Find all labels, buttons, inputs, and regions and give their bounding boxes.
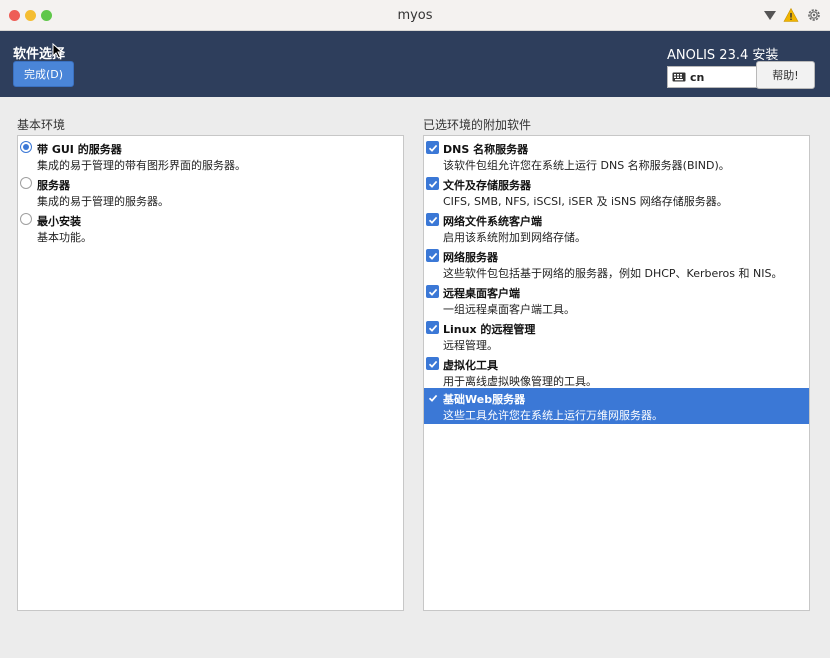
addon-item-remote-management[interactable]: Linux 的远程管理 远程管理。 xyxy=(424,318,809,354)
env-item-server[interactable]: 服务器 集成的易于管理的服务器。 xyxy=(18,174,403,210)
keyboard-layout-label: cn xyxy=(690,70,705,84)
env-item-server-with-gui[interactable]: 带 GUI 的服务器 集成的易于管理的带有图形界面的服务器。 xyxy=(18,138,403,174)
addon-item-nfs-client[interactable]: 网络文件系统客户端 启用该系统附加到网络存储。 xyxy=(424,210,809,246)
checkbox-checked[interactable] xyxy=(426,213,439,226)
checkmark-icon xyxy=(428,394,437,402)
addon-item-file-storage-server[interactable]: 文件及存储服务器 CIFS, SMB, NFS, iSCSI, iSER 及 i… xyxy=(424,174,809,210)
checkbox-checked[interactable] xyxy=(426,249,439,262)
addon-item-desc: 用于离线虚拟映像管理的工具。 xyxy=(443,375,597,388)
help-button[interactable]: 帮助! xyxy=(756,61,815,89)
addon-item-title: Linux 的远程管理 xyxy=(443,323,536,336)
addon-item-desc: 启用该系统附加到网络存储。 xyxy=(443,231,586,244)
mouse-cursor-icon xyxy=(52,43,64,59)
checkmark-icon xyxy=(428,180,437,188)
addon-item-desc: 远程管理。 xyxy=(443,339,498,352)
checkmark-icon xyxy=(428,324,437,332)
addon-item-dns-server[interactable]: DNS 名称服务器 该软件包组允许您在系统上运行 DNS 名称服务器(BIND)… xyxy=(424,138,809,174)
addon-item-basic-web-server[interactable]: 基础Web服务器 这些工具允许您在系统上运行万维网服务器。 xyxy=(424,388,809,424)
addon-item-title: 网络服务器 xyxy=(443,251,498,264)
addon-item-title: 远程桌面客户端 xyxy=(443,287,520,300)
addon-list: DNS 名称服务器 该软件包组允许您在系统上运行 DNS 名称服务器(BIND)… xyxy=(423,135,810,611)
addon-item-title: 虚拟化工具 xyxy=(443,359,498,372)
keyboard-icon xyxy=(672,72,686,82)
checkmark-icon xyxy=(428,360,437,368)
done-button[interactable]: 完成(D) xyxy=(13,61,74,87)
env-item-desc: 基本功能。 xyxy=(37,231,92,244)
checkbox-checked[interactable] xyxy=(426,177,439,190)
spoke-header: 软件选择 完成(D) ANOLIS 23.4 安装 cn 帮助! xyxy=(0,31,830,97)
checkmark-icon xyxy=(428,144,437,152)
addon-item-desc: 这些工具允许您在系统上运行万维网服务器。 xyxy=(443,409,663,422)
env-item-title: 最小安装 xyxy=(37,215,81,228)
checkmark-icon xyxy=(428,216,437,224)
radio-button-selected[interactable] xyxy=(20,141,32,153)
addons-label: 已选环境的附加软件 xyxy=(423,118,532,132)
env-item-title: 服务器 xyxy=(37,179,70,192)
checkmark-icon xyxy=(428,288,437,296)
addon-item-title: 基础Web服务器 xyxy=(443,393,526,406)
window-titlebar: myos xyxy=(0,0,830,31)
env-item-title: 带 GUI 的服务器 xyxy=(37,143,122,156)
warning-icon[interactable] xyxy=(783,7,799,23)
gear-icon[interactable] xyxy=(806,7,822,23)
checkbox-checked[interactable] xyxy=(426,321,439,334)
keyboard-layout-indicator[interactable]: cn xyxy=(667,66,757,88)
env-item-minimal[interactable]: 最小安装 基本功能。 xyxy=(18,210,403,246)
radio-button[interactable] xyxy=(20,177,32,189)
checkmark-icon xyxy=(428,252,437,260)
dropdown-arrow-icon[interactable] xyxy=(762,7,778,23)
addon-item-desc: CIFS, SMB, NFS, iSCSI, iSER 及 iSNS 网络存储服… xyxy=(443,195,728,208)
addon-item-title: DNS 名称服务器 xyxy=(443,143,529,156)
base-environment-list: 带 GUI 的服务器 集成的易于管理的带有图形界面的服务器。 服务器 集成的易于… xyxy=(17,135,404,611)
addon-item-title: 网络文件系统客户端 xyxy=(443,215,542,228)
env-item-desc: 集成的易于管理的带有图形界面的服务器。 xyxy=(37,159,246,172)
addon-item-desc: 该软件包组允许您在系统上运行 DNS 名称服务器(BIND)。 xyxy=(443,159,730,172)
addon-item-desc: 一组远程桌面客户端工具。 xyxy=(443,303,575,316)
addon-item-network-servers[interactable]: 网络服务器 这些软件包包括基于网络的服务器，例如 DHCP、Kerberos 和… xyxy=(424,246,809,282)
radio-button[interactable] xyxy=(20,213,32,225)
addon-item-title: 文件及存储服务器 xyxy=(443,179,531,192)
checkbox-checked[interactable] xyxy=(426,357,439,370)
addon-item-remote-desktop-clients[interactable]: 远程桌面客户端 一组远程桌面客户端工具。 xyxy=(424,282,809,318)
env-item-desc: 集成的易于管理的服务器。 xyxy=(37,195,169,208)
window-title: myos xyxy=(397,8,433,23)
checkbox-checked[interactable] xyxy=(426,285,439,298)
addon-item-virtualization-tools[interactable]: 虚拟化工具 用于离线虚拟映像管理的工具。 xyxy=(424,354,809,390)
checkbox-checked[interactable] xyxy=(426,141,439,154)
base-environment-label: 基本环境 xyxy=(17,118,66,132)
checkbox-checked[interactable] xyxy=(426,391,439,404)
addon-item-desc: 这些软件包包括基于网络的服务器，例如 DHCP、Kerberos 和 NIS。 xyxy=(443,267,783,280)
